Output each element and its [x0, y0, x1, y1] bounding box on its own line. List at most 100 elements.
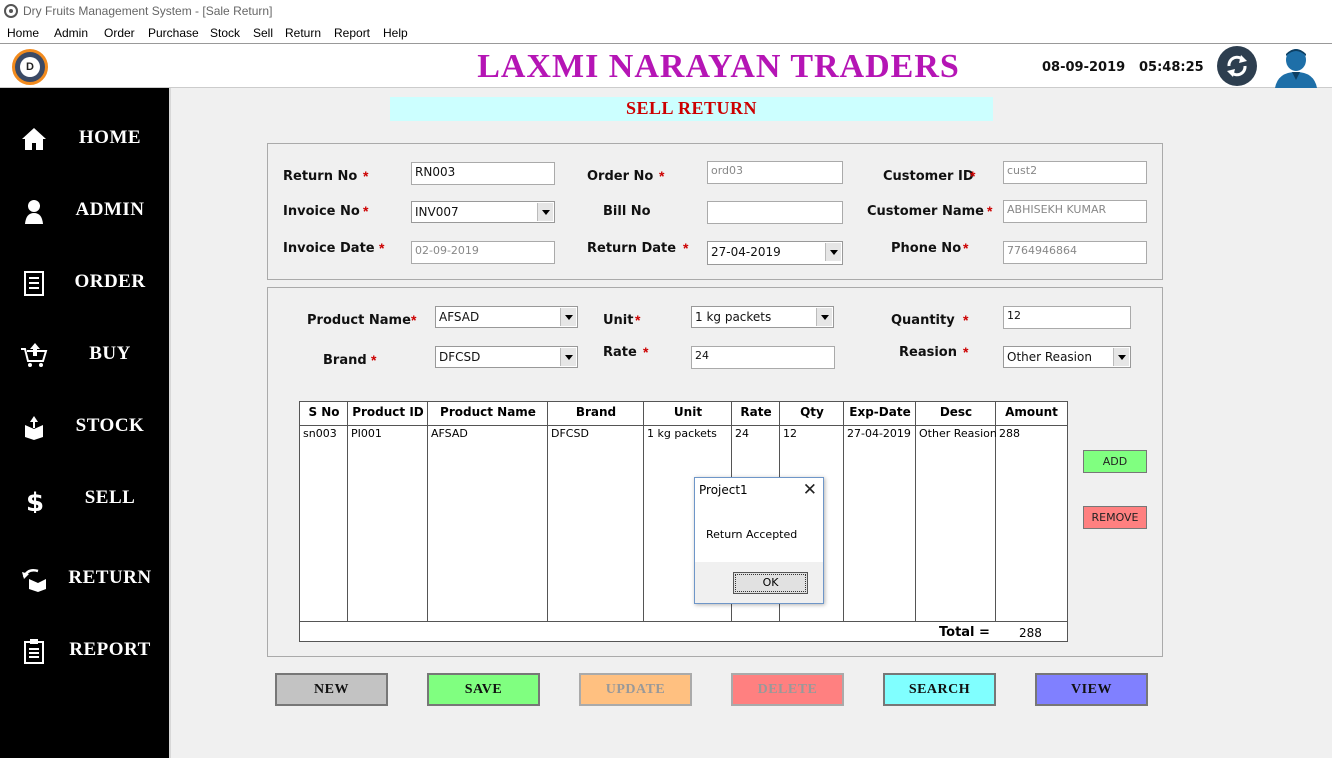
- app-icon: [4, 4, 18, 18]
- grid-header-brand[interactable]: Brand: [548, 402, 644, 426]
- grid-header-desc[interactable]: Desc: [916, 402, 996, 426]
- unit-dropdown[interactable]: 1 kg packets: [691, 306, 834, 328]
- sidebar-item-home[interactable]: HOME: [0, 117, 169, 157]
- required-marker: *: [379, 240, 385, 256]
- chevron-down-icon[interactable]: [537, 203, 553, 221]
- required-marker: *: [635, 312, 641, 328]
- menu-order[interactable]: Order: [104, 26, 135, 40]
- sidebar-item-admin[interactable]: ADMIN: [0, 189, 169, 229]
- grid-cell-qty[interactable]: 12: [783, 427, 797, 440]
- close-icon[interactable]: ✕: [803, 480, 817, 500]
- person-icon: [25, 200, 43, 224]
- rate-field[interactable]: 24: [691, 346, 835, 369]
- invoice-no-dropdown[interactable]: INV007: [411, 201, 555, 223]
- ok-button[interactable]: OK: [733, 572, 808, 594]
- sidebar-item-buy[interactable]: BUY: [0, 333, 169, 373]
- grid-cell-sno[interactable]: sn003: [303, 427, 337, 440]
- grid-header-exp-date[interactable]: Exp-Date: [844, 402, 916, 426]
- return-date-label: Return Date: [587, 241, 677, 256]
- required-marker: *: [363, 168, 369, 184]
- menu-help[interactable]: Help: [383, 26, 408, 40]
- menu-stock[interactable]: Stock: [210, 26, 240, 40]
- grid-header-sno[interactable]: S No: [300, 402, 348, 426]
- customer-id-field[interactable]: cust2: [1003, 161, 1147, 184]
- menu-purchase[interactable]: Purchase: [148, 26, 199, 40]
- window-title: Dry Fruits Management System - [Sale Ret…: [23, 4, 273, 18]
- bill-no-field[interactable]: [707, 201, 843, 224]
- grid-cell-rate[interactable]: 24: [735, 427, 749, 440]
- company-name: LAXMI NARAYAN TRADERS: [477, 48, 960, 85]
- return-items-grid[interactable]: S No Product ID Product Name Brand Unit …: [299, 401, 1068, 642]
- product-name-dropdown[interactable]: AFSAD: [435, 306, 578, 328]
- sidebar-item-sell[interactable]: $ SELL: [0, 477, 169, 517]
- grid-cell-amount[interactable]: 288: [999, 427, 1020, 440]
- add-button[interactable]: ADD: [1083, 450, 1147, 473]
- sidebar-label-stock: STOCK: [75, 415, 145, 436]
- grid-header-qty[interactable]: Qty: [780, 402, 844, 426]
- grid-header-rate[interactable]: Rate: [732, 402, 780, 426]
- new-button[interactable]: NEW: [275, 673, 388, 706]
- remove-button[interactable]: REMOVE: [1083, 506, 1147, 529]
- phone-no-field[interactable]: 7764946864: [1003, 241, 1147, 264]
- grid-cell-exp-date[interactable]: 27-04-2019: [847, 427, 911, 440]
- return-date-picker[interactable]: 27-04-2019: [707, 241, 843, 265]
- reason-dropdown[interactable]: Other Reasion: [1003, 346, 1131, 368]
- grid-header-product-name[interactable]: Product Name: [428, 402, 548, 426]
- grid-cell-brand[interactable]: DFCSD: [551, 427, 589, 440]
- sidebar-item-order[interactable]: ORDER: [0, 261, 169, 301]
- menu-report[interactable]: Report: [334, 26, 370, 40]
- grid-cell-desc[interactable]: Other Reasion: [919, 427, 997, 440]
- sidebar-label-return: RETURN: [68, 567, 152, 588]
- brand-dropdown[interactable]: DFCSD: [435, 346, 578, 368]
- customer-name-field[interactable]: ABHISEKH KUMAR: [1003, 200, 1147, 223]
- sidebar-label-admin: ADMIN: [75, 199, 145, 220]
- customer-name-label: Customer Name: [867, 204, 984, 219]
- user-avatar-icon[interactable]: [1272, 46, 1320, 88]
- chevron-down-icon[interactable]: [560, 308, 576, 326]
- document-icon: [24, 271, 44, 296]
- invoice-date-field[interactable]: 02-09-2019: [411, 241, 555, 264]
- required-marker: *: [963, 240, 969, 256]
- view-button[interactable]: VIEW: [1035, 673, 1148, 706]
- sidebar-label-buy: BUY: [89, 343, 131, 364]
- sidebar-item-stock[interactable]: STOCK: [0, 405, 169, 445]
- grid-header-unit[interactable]: Unit: [644, 402, 732, 426]
- customer-id-label: Customer ID: [883, 169, 974, 184]
- menu-home[interactable]: Home: [7, 26, 39, 40]
- sidebar-item-return[interactable]: RETURN: [0, 557, 169, 597]
- chevron-down-icon[interactable]: [816, 308, 832, 326]
- invoice-date-label: Invoice Date: [283, 241, 375, 256]
- order-no-label: Order No: [587, 169, 654, 184]
- header-time: 05:48:25: [1139, 60, 1204, 75]
- order-no-field[interactable]: ord03: [707, 161, 843, 184]
- required-marker: *: [987, 203, 993, 219]
- clipboard-icon: [24, 639, 44, 664]
- quantity-field[interactable]: 12: [1003, 306, 1131, 329]
- brand-label: Brand: [323, 353, 367, 368]
- content-divider: [169, 88, 171, 758]
- refresh-icon[interactable]: [1217, 46, 1257, 86]
- grid-cell-product-id[interactable]: PI001: [351, 427, 382, 440]
- chevron-down-icon[interactable]: [1113, 348, 1129, 366]
- grid-cell-unit[interactable]: 1 kg packets: [647, 427, 717, 440]
- chevron-down-icon[interactable]: [825, 243, 841, 261]
- delete-button[interactable]: DELETE: [731, 673, 844, 706]
- dialog-footer: OK: [695, 562, 823, 603]
- home-icon: [22, 128, 46, 150]
- return-no-field[interactable]: RN003: [411, 162, 555, 185]
- box-icon: [25, 416, 43, 440]
- grid-cell-product-name[interactable]: AFSAD: [431, 427, 468, 440]
- grid-header-amount[interactable]: Amount: [996, 402, 1067, 426]
- rate-label: Rate: [603, 345, 637, 360]
- search-button[interactable]: SEARCH: [883, 673, 996, 706]
- grid-header-product-id[interactable]: Product ID: [348, 402, 428, 426]
- menu-return[interactable]: Return: [285, 26, 321, 40]
- page-title: SELL RETURN: [390, 97, 993, 121]
- update-button[interactable]: UPDATE: [579, 673, 692, 706]
- chevron-down-icon[interactable]: [560, 348, 576, 366]
- menu-sell[interactable]: Sell: [253, 26, 273, 40]
- sidebar-label-home: HOME: [78, 127, 142, 148]
- save-button[interactable]: SAVE: [427, 673, 540, 706]
- sidebar-item-report[interactable]: REPORT: [0, 629, 169, 669]
- menu-admin[interactable]: Admin: [54, 26, 88, 40]
